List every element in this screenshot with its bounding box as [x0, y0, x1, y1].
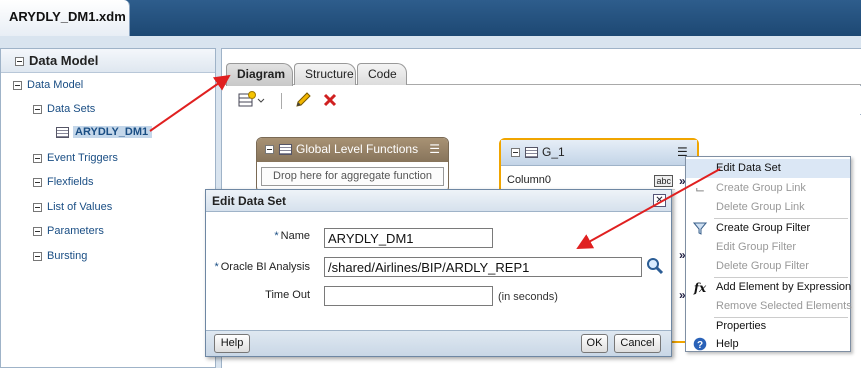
collapse-icon[interactable] — [33, 104, 42, 114]
tree-item-bursting[interactable]: Bursting — [33, 247, 87, 265]
tree-item-data-sets[interactable]: Data Sets — [33, 100, 95, 118]
collapse-icon[interactable] — [265, 145, 274, 155]
tree-item-label: Data Model — [27, 79, 84, 91]
global-level-functions-box[interactable]: Global Level Functions ☰ Drop here for a… — [256, 137, 449, 193]
menu-item-label: Edit Data Set — [716, 162, 781, 174]
diagram-toolbar — [222, 86, 861, 114]
analysis-label-text: Oracle BI Analysis — [220, 261, 310, 273]
filter-icon — [692, 221, 708, 237]
group-link-icon: ⌙ — [694, 182, 706, 196]
tab-diagram[interactable]: Diagram — [226, 63, 293, 86]
menu-item-delete-group-filter: Delete Group Filter — [686, 257, 850, 276]
view-tabs: Diagram Structure Code — [222, 49, 861, 86]
table-icon — [279, 144, 292, 156]
global-functions-title: Global Level Functions — [296, 142, 419, 156]
collapse-icon[interactable] — [33, 226, 42, 236]
group-column-row[interactable]: Column0 abc — [505, 174, 675, 190]
timeout-label: Time Out — [265, 289, 310, 301]
name-field[interactable] — [324, 228, 493, 248]
help-icon: ? — [692, 337, 708, 353]
tree-item-dataset-ardly[interactable]: ARYDLY_DM1 — [56, 123, 153, 141]
required-mark: * — [274, 230, 279, 242]
cancel-button[interactable]: Cancel — [614, 334, 661, 353]
tree-item-data-model[interactable]: Data Model — [13, 76, 83, 94]
column-name: Column0 — [507, 174, 552, 186]
timeout-field[interactable] — [324, 286, 493, 306]
group-title: G_1 — [542, 145, 565, 159]
collapse-icon[interactable] — [33, 153, 42, 163]
fx-icon: fx — [693, 281, 707, 295]
tree-item-label: Parameters — [47, 225, 104, 237]
menu-item-properties[interactable]: Properties — [686, 317, 850, 336]
new-dataset-icon[interactable] — [238, 91, 266, 109]
tree-item-list-of-values[interactable]: List of Values — [33, 198, 112, 216]
menu-item-label: Help — [716, 338, 739, 350]
menu-item-edit-data-set[interactable]: Edit Data Set — [686, 159, 850, 178]
analysis-label: * Oracle BI Analysis — [214, 261, 310, 273]
dialog-footer: Help OK Cancel — [206, 330, 671, 356]
menu-item-label: Delete Group Filter — [716, 260, 809, 272]
tree-item-parameters[interactable]: Parameters — [33, 222, 104, 240]
svg-text:?: ? — [697, 340, 703, 351]
tree-item-event-triggers[interactable]: Event Triggers — [33, 149, 118, 167]
timeout-hint: (in seconds) — [498, 291, 558, 303]
global-functions-header: Global Level Functions ☰ — [257, 138, 448, 162]
menu-item-create-group-link: ⌙ Create Group Link — [686, 179, 850, 198]
document-tab[interactable]: ARYDLY_DM1.xdm — [0, 0, 130, 36]
collapse-icon[interactable] — [511, 148, 520, 158]
tree-item-label: Flexfields — [47, 176, 94, 188]
delete-icon[interactable] — [322, 91, 338, 109]
menu-item-label: Create Group Link — [716, 182, 806, 194]
tree-item-label: Event Triggers — [47, 152, 118, 164]
tree-item-label: Bursting — [47, 250, 88, 262]
edit-data-set-dialog: Edit Data Set ✕ *Name *Oracle BI Analysi… — [205, 189, 672, 357]
collapse-icon[interactable] — [15, 57, 24, 67]
tab-code[interactable]: Code — [357, 63, 407, 85]
analysis-path-field[interactable] — [324, 257, 642, 277]
menu-item-label: Add Element by Expression — [716, 281, 852, 293]
tree-item-flexfields[interactable]: Flexfields — [33, 173, 93, 191]
collapse-icon[interactable] — [13, 80, 22, 90]
ok-button[interactable]: OK — [581, 334, 608, 353]
text-type-badge: abc — [654, 175, 673, 187]
pencil-icon[interactable] — [294, 91, 312, 109]
menu-item-create-group-filter[interactable]: Create Group Filter — [686, 219, 850, 238]
menu-item-label: Remove Selected Elements — [716, 300, 852, 312]
collapse-icon[interactable] — [33, 177, 42, 187]
name-label-text: Name — [280, 230, 310, 242]
tab-structure[interactable]: Structure — [294, 63, 356, 85]
panel-header: Data Model — [1, 49, 215, 73]
menu-icon[interactable]: ☰ — [429, 142, 440, 156]
search-icon[interactable] — [646, 257, 664, 275]
collapse-icon[interactable] — [33, 202, 42, 212]
tree-item-label: Data Sets — [47, 103, 96, 115]
menu-item-add-element-expression[interactable]: fx Add Element by Expression — [686, 278, 852, 297]
name-label: * Name — [274, 230, 310, 242]
table-icon — [56, 126, 69, 138]
aggregate-drop-zone[interactable]: Drop here for aggregate function — [261, 167, 444, 186]
menu-item-delete-group-link: Delete Group Link — [686, 198, 850, 217]
menu-item-label: Create Group Filter — [716, 222, 811, 234]
tree-item-label: ARYDLY_DM1 — [73, 126, 153, 138]
close-icon[interactable]: ✕ — [653, 194, 666, 207]
document-tab-bar: ARYDLY_DM1.xdm — [0, 0, 861, 36]
dialog-title: Edit Data Set — [206, 190, 671, 212]
group-context-menu: Edit Data Set ⌙ Create Group Link Delete … — [685, 156, 852, 354]
table-icon — [525, 147, 538, 159]
required-mark: * — [214, 261, 219, 273]
menu-item-label: Properties — [716, 320, 767, 332]
menu-item-label: Delete Group Link — [716, 201, 805, 213]
menu-item-label: Edit Group Filter — [716, 241, 797, 253]
group-header: G_1 ☰ — [501, 140, 697, 166]
tree-item-label: List of Values — [47, 201, 113, 213]
panel-title: Data Model — [29, 53, 99, 68]
menu-item-edit-group-filter: Edit Group Filter — [686, 238, 850, 257]
menu-item-help[interactable]: ? Help — [686, 335, 850, 354]
toolbar-separator — [281, 93, 282, 109]
help-button[interactable]: Help — [214, 334, 250, 353]
data-model-panel: Data Model Data Model Data Sets ARYDLY_D… — [0, 48, 216, 368]
collapse-icon[interactable] — [33, 251, 42, 261]
menu-item-remove-selected-elements: Remove Selected Elements — [686, 297, 852, 316]
